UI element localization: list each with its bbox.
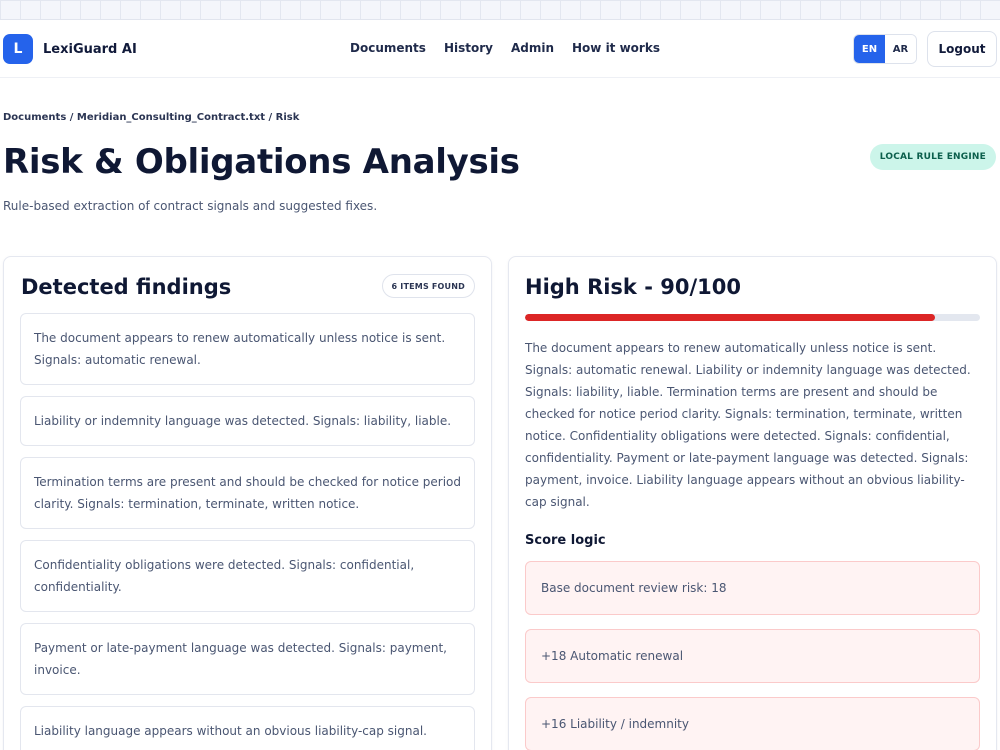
finding-item: The document appears to renew automatica… <box>20 313 475 385</box>
findings-list: The document appears to renew automatica… <box>20 313 475 750</box>
risk-score-bar <box>525 314 980 321</box>
risk-summary: The document appears to renew automatica… <box>525 341 971 509</box>
risk-score-title: High Risk - 90/100 <box>525 275 741 299</box>
findings-title: Detected findings <box>21 275 232 299</box>
top-navbar: L LexiGuard AI Documents History Admin H… <box>0 20 1000 78</box>
score-logic-list: Base document review risk: 18 +18 Automa… <box>525 561 980 750</box>
items-count-badge: 6 ITEMS FOUND <box>381 274 475 298</box>
finding-item: Liability language appears without an ob… <box>20 706 475 750</box>
score-logic-heading: Score logic <box>525 533 606 548</box>
risk-score-fill <box>525 314 935 321</box>
logout-button[interactable]: Logout <box>927 31 997 67</box>
score-logic-item: Base document review risk: 18 <box>525 561 980 615</box>
nav-link-history[interactable]: History <box>444 41 493 55</box>
app-name: LexiGuard AI <box>43 41 137 57</box>
nav-link-admin[interactable]: Admin <box>511 41 554 55</box>
top-grid-strip <box>0 0 1000 20</box>
language-toggle: EN AR <box>853 34 917 64</box>
findings-card: Detected findings 6 ITEMS FOUND The docu… <box>3 256 492 750</box>
engine-badge: LOCAL RULE ENGINE <box>869 144 996 170</box>
app-logo: L <box>3 34 33 64</box>
nav-link-documents[interactable]: Documents <box>350 41 426 55</box>
breadcrumb[interactable]: Documents / Meridian_Consulting_Contract… <box>3 112 299 123</box>
nav-link-how-it-works[interactable]: How it works <box>572 41 660 55</box>
finding-item: Confidentiality obligations were detecte… <box>20 540 475 612</box>
finding-item: Payment or late-payment language was det… <box>20 623 475 695</box>
finding-item: Liability or indemnity language was dete… <box>20 396 475 446</box>
score-logic-item: +16 Liability / indemnity <box>525 697 980 750</box>
brand[interactable]: L LexiGuard AI <box>3 34 137 64</box>
page-subtitle: Rule-based extraction of contract signal… <box>3 199 378 213</box>
main-nav: Documents History Admin How it works <box>350 41 678 55</box>
risk-card: High Risk - 90/100 The document appears … <box>508 256 997 750</box>
page-title: Risk & Obligations Analysis <box>3 142 520 182</box>
language-option-ar[interactable]: AR <box>885 35 916 63</box>
score-logic-item: +18 Automatic renewal <box>525 629 980 683</box>
finding-item: Termination terms are present and should… <box>20 457 475 529</box>
language-option-en[interactable]: EN <box>854 35 885 63</box>
